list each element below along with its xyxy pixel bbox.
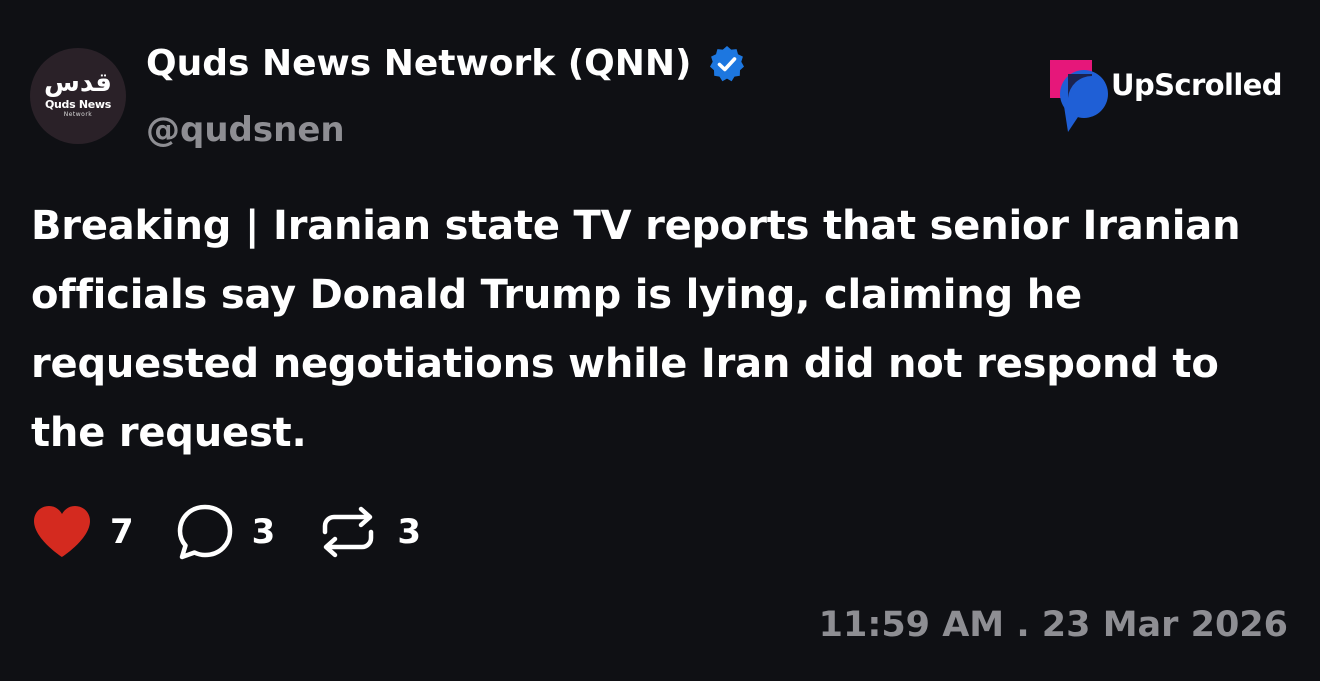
author-display-name[interactable]: Quds News Network (QNN) — [146, 40, 747, 88]
comment-button[interactable]: 3 — [176, 503, 276, 561]
avatar-logo-mark: قدس — [44, 67, 112, 98]
avatar[interactable]: قدس Quds News Network — [30, 48, 126, 144]
comment-count: 3 — [251, 512, 276, 552]
post-actions: 7 3 3 — [32, 500, 463, 564]
post-body: Breaking | Iranian state TV reports that… — [31, 203, 1241, 456]
avatar-logo-name: Quds News — [44, 97, 112, 111]
repost-icon — [323, 506, 374, 558]
post-timestamp: 11:59 AM . 23 Mar 2026 — [818, 605, 1288, 645]
upscrolled-logo-icon — [1050, 60, 1108, 132]
heart-icon — [34, 506, 90, 557]
upscrolled-brand: UpScrolled — [1046, 56, 1283, 136]
repost-count: 3 — [397, 512, 422, 552]
verified-badge-icon — [710, 46, 745, 82]
comment-bubble-icon — [177, 504, 232, 560]
author-name-text: Quds News Network (QNN) — [146, 43, 692, 84]
avatar-logo-sub: Network — [63, 110, 93, 118]
like-button[interactable]: 7 — [32, 505, 134, 559]
repost-button[interactable]: 3 — [317, 504, 421, 560]
author-handle[interactable]: @qudsnen — [146, 106, 345, 154]
upscrolled-brand-name: UpScrolled — [1111, 68, 1283, 102]
like-count: 7 — [110, 512, 134, 552]
